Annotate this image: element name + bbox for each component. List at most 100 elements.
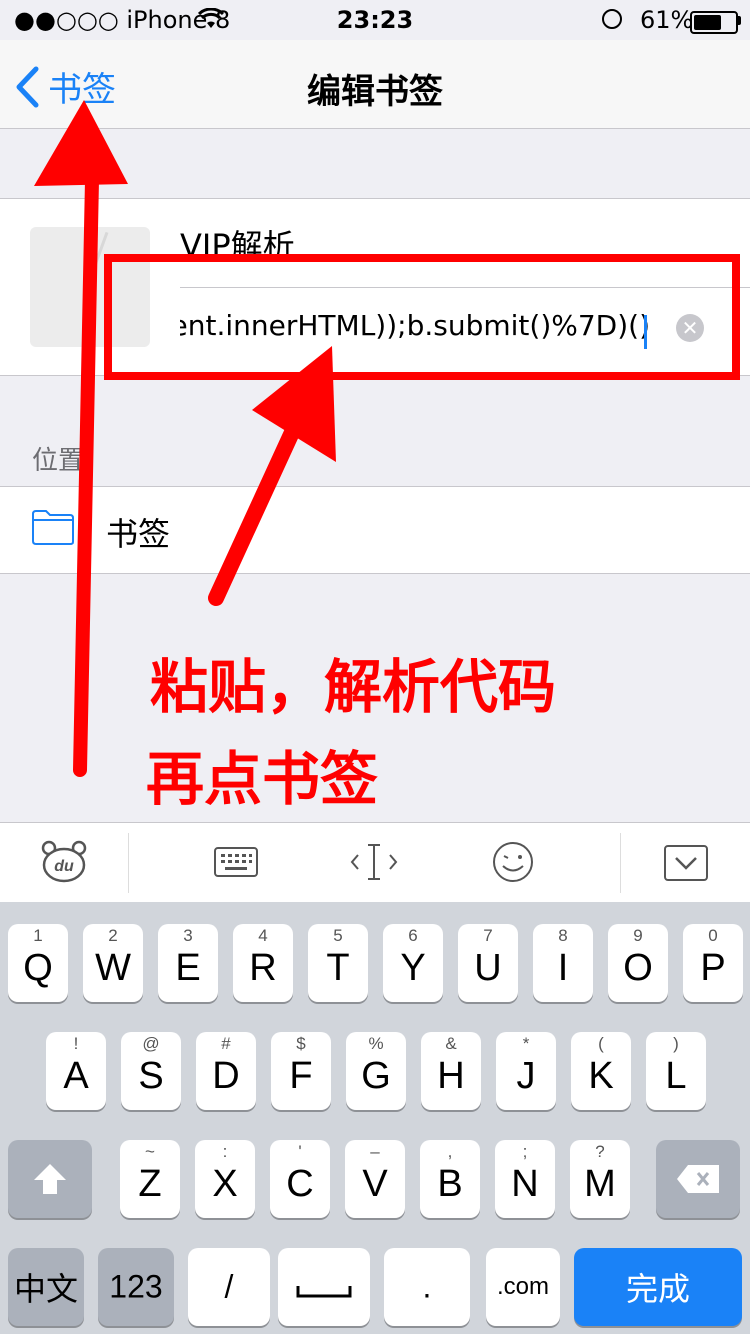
location-folder-row[interactable]: 书签 <box>0 486 750 574</box>
battery-icon <box>690 11 738 34</box>
status-bar: ●●○○○ iPhone 8 23:23 61% <box>0 0 750 40</box>
key-label: Z <box>138 1163 162 1205</box>
key-m[interactable]: ? M <box>570 1140 630 1218</box>
key-hint: ! <box>73 1034 79 1053</box>
language-key-label: 中文 <box>13 1271 78 1307</box>
key-label: W <box>95 947 131 989</box>
key-i[interactable]: 8I <box>533 924 593 1002</box>
key-t[interactable]: 5T <box>308 924 368 1002</box>
key-hint: ; <box>522 1142 528 1161</box>
space-key[interactable] <box>278 1248 370 1326</box>
key-hint: 4 <box>258 926 268 945</box>
keyboard-toolbar: du <box>0 822 750 903</box>
key-q[interactable]: 1Q <box>8 924 68 1002</box>
svg-text:du: du <box>54 858 74 875</box>
key-label: E <box>175 947 201 989</box>
key-label: P <box>700 947 726 989</box>
key-hint: 9 <box>633 926 643 945</box>
key-j[interactable]: * J <box>496 1032 556 1110</box>
dot-key[interactable]: . <box>384 1248 470 1326</box>
annotation-text-1: 粘贴，解析代码 <box>150 653 557 721</box>
key-hint: 5 <box>333 926 343 945</box>
key-label: L <box>665 1055 687 1097</box>
done-button-label: 完成 <box>625 1271 690 1307</box>
key-k[interactable]: (K <box>571 1032 631 1110</box>
key-hint: – <box>370 1142 380 1161</box>
key-hint: $ <box>296 1034 306 1053</box>
key-hint: ' <box>298 1142 302 1161</box>
numbers-key[interactable]: 123 <box>98 1248 174 1326</box>
dotcom-key-label: .com <box>496 1273 549 1300</box>
key-o[interactable]: 9O <box>608 924 668 1002</box>
done-button[interactable]: 完成 <box>574 1248 742 1326</box>
key-hint: 0 <box>708 926 718 945</box>
key-x[interactable]: :X <box>195 1140 255 1218</box>
key-hint: % <box>368 1034 384 1053</box>
key-label: F <box>289 1055 313 1097</box>
space-icon <box>296 1286 352 1298</box>
key-hint: ~ <box>145 1142 155 1161</box>
language-key[interactable]: 中文 <box>8 1248 84 1326</box>
toolbar-divider <box>128 833 129 893</box>
key-label: X <box>212 1163 238 1205</box>
key-label: Y <box>400 947 426 989</box>
key-hint: 6 <box>408 926 418 945</box>
key-z[interactable]: ~ Z <box>120 1140 180 1218</box>
key-e[interactable]: 3E <box>158 924 218 1002</box>
key-label: V <box>362 1163 388 1205</box>
key-p[interactable]: 0P <box>683 924 743 1002</box>
key-y[interactable]: 6Y <box>383 924 443 1002</box>
battery-percent: 61% <box>640 6 694 34</box>
keyboard: 1Q2W3E4R5T6Y7U8I9O0P ! A @ S # D $ F% G & H * J(K) L … <box>0 902 750 1334</box>
du-logo-icon[interactable]: du <box>40 839 88 887</box>
key-label: N <box>511 1163 539 1205</box>
key-label: Q <box>23 947 53 989</box>
location-folder-label: 书签 <box>106 515 171 553</box>
key-g[interactable]: % G <box>346 1032 406 1110</box>
highlight-box <box>104 254 740 380</box>
key-label: S <box>138 1055 164 1097</box>
key-s[interactable]: @ S <box>121 1032 181 1110</box>
key-label: G <box>361 1055 391 1097</box>
slash-key[interactable]: / <box>188 1248 270 1326</box>
key-h[interactable]: & H <box>421 1032 481 1110</box>
key-a[interactable]: ! A <box>46 1032 106 1110</box>
key-hint: 8 <box>558 926 568 945</box>
key-hint: ) <box>673 1034 679 1053</box>
key-v[interactable]: – V <box>345 1140 405 1218</box>
key-label: I <box>557 947 569 989</box>
key-hint: : <box>222 1142 228 1161</box>
key-label: J <box>516 1055 536 1097</box>
key-hint: 2 <box>108 926 118 945</box>
key-l[interactable]: ) L <box>646 1032 706 1110</box>
key-label: A <box>63 1055 89 1097</box>
key-f[interactable]: $ F <box>271 1032 331 1110</box>
folder-icon <box>32 509 74 549</box>
cursor-move-icon[interactable] <box>350 843 398 885</box>
key-r[interactable]: 4R <box>233 924 293 1002</box>
shift-key[interactable] <box>8 1140 92 1218</box>
dotcom-key[interactable]: .com <box>486 1248 560 1326</box>
key-label: O <box>623 947 653 989</box>
key-u[interactable]: 7U <box>458 924 518 1002</box>
key-hint: 1 <box>33 926 43 945</box>
key-label: D <box>212 1055 240 1097</box>
toolbar-divider <box>620 833 621 893</box>
key-label: M <box>584 1163 616 1205</box>
key-hint: ( <box>598 1034 604 1053</box>
emoji-icon[interactable] <box>492 841 534 887</box>
numbers-key-label: 123 <box>109 1268 163 1305</box>
dot-key-label: . <box>422 1268 432 1305</box>
keyboard-icon[interactable] <box>214 847 258 881</box>
key-b[interactable]: ,B <box>420 1140 480 1218</box>
annotation-text-2: 再点书签 <box>146 745 379 813</box>
key-n[interactable]: ; N <box>495 1140 555 1218</box>
backspace-icon <box>677 1165 719 1193</box>
key-w[interactable]: 2W <box>83 924 143 1002</box>
page-title: 编辑书签 <box>307 72 443 112</box>
key-d[interactable]: # D <box>196 1032 256 1110</box>
delete-key[interactable] <box>656 1140 740 1218</box>
hide-keyboard-icon[interactable] <box>664 845 708 885</box>
key-c[interactable]: ' C <box>270 1140 330 1218</box>
key-hint: , <box>447 1142 453 1161</box>
